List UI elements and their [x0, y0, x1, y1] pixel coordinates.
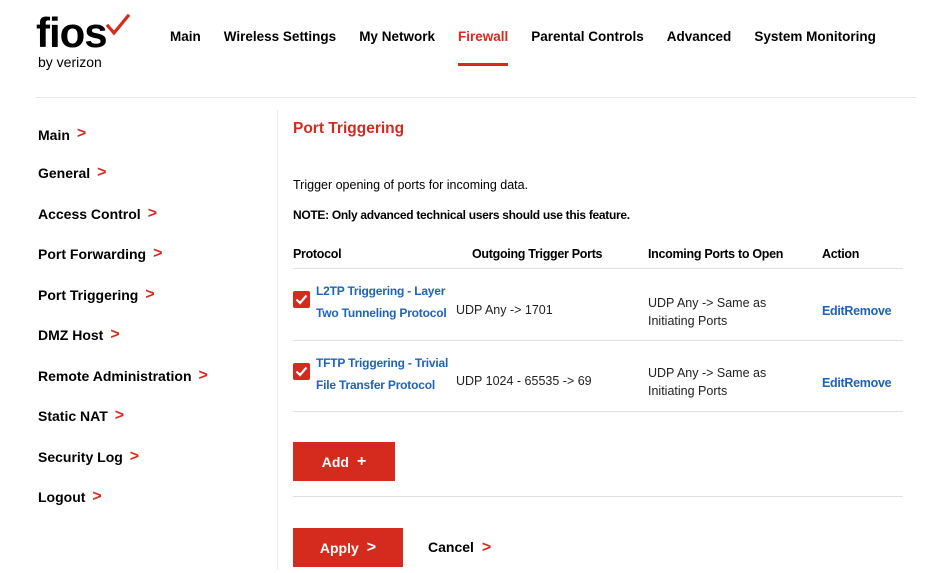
sidebar-divider — [277, 110, 278, 570]
protocol-name-line: Two Tunneling Protocol — [316, 306, 447, 320]
nav-my-network[interactable]: My Network — [359, 0, 435, 72]
outgoing-ports: UDP Any -> 1701 — [456, 303, 553, 317]
column-header-action: Action — [822, 247, 860, 261]
top-navigation: Main Wireless Settings My Network Firewa… — [170, 0, 899, 72]
chevron-right-icon: > — [198, 366, 208, 384]
sidebar-item-label: Port Triggering — [38, 286, 139, 303]
nav-system-monitoring[interactable]: System Monitoring — [754, 0, 876, 72]
remove-link[interactable]: Remove — [844, 304, 891, 318]
chevron-right-icon: > — [76, 125, 87, 142]
table-row: L2TP Triggering - Layer Two Tunneling Pr… — [293, 280, 903, 346]
sidebar-item-label: Main — [38, 127, 70, 143]
checkmark-icon — [295, 294, 308, 305]
form-divider — [293, 496, 903, 497]
add-button[interactable]: Add + — [293, 442, 395, 481]
sidebar-item-port-forwarding[interactable]: Port Forwarding > — [38, 234, 273, 275]
apply-button-label: Apply — [319, 539, 359, 556]
checkmark-icon — [106, 14, 130, 36]
chevron-right-icon: > — [92, 488, 102, 506]
nav-advanced[interactable]: Advanced — [667, 0, 732, 72]
chevron-right-icon: > — [145, 285, 155, 303]
sidebar: Main > General > Access Control > Port F… — [38, 125, 273, 518]
edit-link[interactable]: Edit — [822, 376, 845, 390]
cancel-button-label: Cancel — [428, 539, 474, 555]
chevron-right-icon: > — [114, 407, 125, 425]
sidebar-item-label: Port Forwarding — [38, 246, 147, 263]
column-header-protocol: Protocol — [293, 247, 342, 261]
sidebar-item-label: Logout — [38, 489, 86, 506]
add-button-label: Add — [321, 453, 349, 470]
fios-logo[interactable]: fios by verizon — [36, 12, 136, 72]
nav-firewall[interactable]: Firewall — [457, 0, 509, 72]
chevron-right-icon: > — [129, 447, 140, 465]
page-title: Port Triggering — [293, 120, 405, 137]
nav-main[interactable]: Main — [170, 0, 201, 72]
incoming-ports-line: Initiating Ports — [648, 384, 728, 398]
sidebar-item-label: Access Control — [38, 205, 141, 222]
sidebar-item-label: General — [38, 165, 91, 182]
edit-link[interactable]: Edit — [822, 304, 845, 318]
incoming-ports: UDP Any -> Same as Initiating Ports — [648, 364, 766, 400]
outgoing-ports: UDP 1024 - 65535 -> 69 — [456, 374, 592, 388]
sidebar-item-label: Security Log — [38, 448, 123, 465]
table-header: Protocol Outgoing Trigger Ports Incoming… — [293, 247, 903, 267]
row-actions: EditRemove — [822, 376, 892, 390]
sidebar-item-security-log[interactable]: Security Log > — [38, 437, 273, 478]
incoming-ports-line: UDP Any -> Same as — [648, 366, 767, 380]
main-content: Port Triggering Trigger opening of ports… — [293, 120, 913, 567]
sidebar-item-main[interactable]: Main > — [38, 125, 273, 153]
row-checkbox[interactable] — [293, 291, 310, 308]
advanced-users-note: NOTE: Only advanced technical users shou… — [293, 208, 630, 222]
chevron-right-icon: > — [110, 326, 120, 344]
sidebar-item-static-nat[interactable]: Static NAT > — [38, 396, 273, 437]
page-description: Trigger opening of ports for incoming da… — [293, 178, 529, 192]
sidebar-item-label: Remote Administration — [38, 367, 192, 384]
remove-link[interactable]: Remove — [844, 376, 891, 390]
protocol-name-line: L2TP Triggering - Layer — [316, 284, 446, 298]
column-header-outgoing: Outgoing Trigger Ports — [472, 247, 603, 261]
chevron-right-icon: > — [153, 245, 163, 263]
logo-wordmark: fios — [36, 9, 108, 56]
table-row: TFTP Triggering - Trivial File Transfer … — [293, 356, 903, 422]
table-divider — [293, 340, 903, 341]
cancel-button[interactable]: Cancel > — [428, 539, 491, 557]
sidebar-item-logout[interactable]: Logout > — [38, 477, 273, 518]
header-divider — [36, 97, 916, 98]
incoming-ports-line: Initiating Ports — [648, 314, 728, 328]
row-checkbox[interactable] — [293, 363, 310, 380]
protocol-name-line: File Transfer Protocol — [316, 378, 435, 392]
nav-wireless-settings[interactable]: Wireless Settings — [224, 0, 336, 72]
sidebar-item-label: Static NAT — [38, 408, 108, 425]
table-divider — [293, 411, 903, 412]
incoming-ports-line: UDP Any -> Same as — [648, 296, 767, 310]
nav-parental-controls[interactable]: Parental Controls — [531, 0, 644, 72]
chevron-right-icon: > — [366, 538, 377, 556]
row-actions: EditRemove — [822, 304, 892, 318]
table-divider — [293, 268, 903, 269]
sidebar-item-port-triggering[interactable]: Port Triggering > — [38, 275, 273, 316]
plus-icon: + — [356, 452, 367, 470]
sidebar-item-label: DMZ Host — [38, 327, 104, 344]
sidebar-item-general[interactable]: General > — [38, 153, 273, 194]
logo-tagline: by verizon — [38, 54, 102, 70]
sidebar-item-dmz-host[interactable]: DMZ Host > — [38, 315, 273, 356]
incoming-ports: UDP Any -> Same as Initiating Ports — [648, 294, 766, 330]
chevron-right-icon: > — [147, 204, 158, 222]
protocol-name-line: TFTP Triggering - Trivial — [316, 356, 449, 370]
protocol-link[interactable]: L2TP Triggering - Layer Two Tunneling Pr… — [316, 280, 447, 324]
sidebar-item-access-control[interactable]: Access Control > — [38, 194, 273, 235]
chevron-right-icon: > — [97, 164, 107, 182]
apply-button[interactable]: Apply > — [293, 528, 403, 567]
sidebar-item-remote-administration[interactable]: Remote Administration > — [38, 356, 273, 397]
column-header-incoming: Incoming Ports to Open — [648, 247, 784, 261]
chevron-right-icon: > — [481, 539, 492, 556]
checkmark-icon — [295, 366, 308, 377]
protocol-link[interactable]: TFTP Triggering - Trivial File Transfer … — [316, 352, 448, 396]
